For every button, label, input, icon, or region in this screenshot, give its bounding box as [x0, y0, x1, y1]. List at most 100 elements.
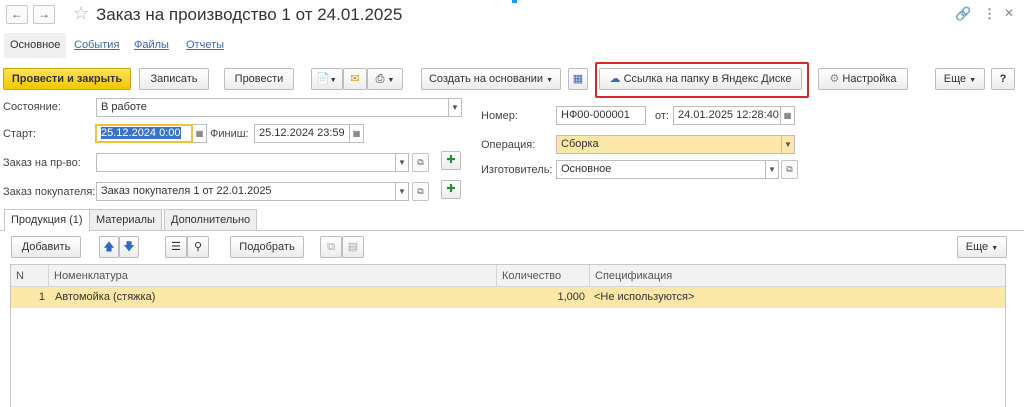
barcode-icon: ☰ — [171, 241, 181, 253]
table-more-label: Еще — [965, 241, 989, 253]
number-label: Номер: — [481, 110, 518, 122]
state-label: Состояние: — [3, 101, 61, 113]
envelope-icon: ✉ — [350, 73, 360, 85]
search-item-button[interactable]: ⚲ — [187, 236, 209, 258]
printer-icon: ⎙ — [375, 73, 385, 85]
operation-dropdown[interactable]: ▼ — [782, 135, 795, 154]
paste-button[interactable]: ▤ — [342, 236, 364, 258]
column-spec[interactable]: Спецификация — [590, 265, 1005, 287]
back-button[interactable]: ← — [6, 5, 28, 24]
copy-icon: ⧉ — [327, 241, 335, 253]
link-icon[interactable]: 🔗 — [955, 6, 971, 22]
table-header: N Номенклатура Количество Спецификация — [11, 265, 1005, 287]
more-button[interactable]: Еще ▼ — [935, 68, 985, 90]
customer-order-open-button[interactable]: ⧉ — [412, 182, 429, 201]
move-down-button[interactable]: 🡇 — [119, 236, 139, 258]
email-button[interactable]: ✉ — [343, 68, 367, 90]
highlight-frame — [595, 62, 809, 98]
pick-button[interactable]: Подобрать — [230, 236, 304, 258]
maker-open-button[interactable]: ⧉ — [781, 160, 798, 179]
post-and-close-button[interactable]: Провести и закрыть — [3, 68, 131, 90]
open-icon: ⧉ — [786, 164, 793, 174]
arrow-up-icon: 🡅 — [103, 241, 115, 253]
tabs-divider — [0, 230, 1024, 231]
search-icon: ⚲ — [193, 241, 203, 253]
add-green-icon: ✚ — [446, 183, 456, 195]
finish-label: Финиш: — [210, 128, 249, 140]
row-item: Автомойка (стяжка) — [55, 291, 156, 303]
maker-field[interactable]: Основное — [556, 160, 766, 179]
document-icon: 📄 — [316, 73, 330, 85]
date-label: от: — [655, 110, 669, 122]
close-icon[interactable]: ✕ — [1004, 6, 1014, 20]
barcode-button[interactable]: ☰ — [165, 236, 187, 258]
maker-label: Изготовитель: — [481, 164, 553, 176]
tab-materials[interactable]: Материалы — [89, 209, 162, 230]
print-button[interactable]: ⎙ ▼ — [367, 68, 403, 90]
create-based-label: Создать на основании — [428, 73, 544, 85]
table-more-button[interactable]: Еще ▼ — [957, 236, 1007, 258]
structure-button[interactable]: ▦ — [568, 68, 588, 90]
calendar-icon: ▦ — [352, 129, 361, 138]
number-field[interactable]: НФ00-000001 — [556, 106, 646, 125]
settings-label: Настройка — [842, 73, 897, 85]
top-accent — [512, 0, 517, 3]
date-calendar-button[interactable]: ▦ — [781, 106, 795, 125]
production-order-dropdown[interactable]: ▼ — [396, 153, 409, 172]
more-vertical-icon[interactable]: ⋮ — [983, 6, 996, 22]
production-order-label: Заказ на пр-во: — [3, 157, 81, 169]
finish-date-field[interactable]: 25.12.2024 23:59 — [254, 124, 350, 143]
state-dropdown-button[interactable]: ▼ — [449, 98, 462, 117]
products-table: N Номенклатура Количество Спецификация 1… — [10, 264, 1006, 407]
add-row-button[interactable]: Добавить — [11, 236, 81, 258]
state-field[interactable]: В работе — [96, 98, 449, 117]
move-up-button[interactable]: 🡅 — [99, 236, 119, 258]
tab-files[interactable]: Файлы — [128, 33, 175, 58]
production-order-field[interactable] — [96, 153, 396, 172]
column-quantity[interactable]: Количество — [497, 265, 590, 287]
column-n[interactable]: N — [11, 265, 49, 287]
start-date-value: 25.12.2024 0:00 — [101, 127, 181, 139]
calendar-icon: ▦ — [783, 111, 792, 120]
forward-button[interactable]: → — [33, 5, 55, 24]
more-label: Еще — [943, 73, 967, 85]
structure-icon: ▦ — [572, 73, 584, 85]
create-based-on-button[interactable]: Создать на основании ▼ — [421, 68, 561, 90]
save-button[interactable]: Записать — [139, 68, 209, 90]
arrow-down-icon: 🡇 — [123, 241, 135, 253]
tab-products[interactable]: Продукция (1) — [4, 209, 90, 231]
calendar-icon: ▦ — [195, 129, 204, 138]
date-field[interactable]: 24.01.2025 12:28:40 — [673, 106, 781, 125]
table-row[interactable]: 1 Автомойка (стяжка) 1,000 <Не использую… — [11, 287, 1005, 308]
favorite-star-icon[interactable]: ☆ — [73, 3, 89, 24]
document-menu-button[interactable]: 📄▼ — [311, 68, 343, 90]
customer-order-dropdown[interactable]: ▼ — [396, 182, 409, 201]
gear-icon: ⚙ — [829, 73, 840, 85]
tab-events[interactable]: События — [68, 33, 125, 58]
post-button[interactable]: Провести — [224, 68, 294, 90]
copy-button[interactable]: ⧉ — [320, 236, 342, 258]
maker-dropdown[interactable]: ▼ — [766, 160, 779, 179]
customer-order-add-button[interactable]: ✚ — [441, 180, 461, 199]
tab-additional[interactable]: Дополнительно — [164, 209, 258, 230]
production-order-open-button[interactable]: ⧉ — [412, 153, 429, 172]
row-quantity: 1,000 — [557, 291, 585, 303]
production-order-add-button[interactable]: ✚ — [441, 151, 461, 170]
finish-calendar-button[interactable]: ▦ — [350, 124, 364, 143]
paste-icon: ▤ — [347, 241, 359, 253]
arrow-right-icon: → — [38, 7, 50, 21]
start-calendar-button[interactable]: ▦ — [193, 124, 207, 143]
start-date-field[interactable]: 25.12.2024 0:00 — [95, 124, 193, 143]
open-icon: ⧉ — [417, 157, 424, 167]
add-green-icon: ✚ — [446, 154, 456, 166]
settings-button[interactable]: ⚙ Настройка — [818, 68, 908, 90]
help-button[interactable]: ? — [991, 68, 1015, 90]
tab-reports[interactable]: Отчеты — [180, 33, 230, 58]
column-item[interactable]: Номенклатура — [49, 265, 497, 287]
operation-label: Операция: — [481, 139, 536, 151]
customer-order-label: Заказ покупателя: — [3, 186, 96, 198]
operation-field[interactable]: Сборка — [556, 135, 782, 154]
start-label: Старт: — [3, 128, 36, 140]
customer-order-field[interactable]: Заказ покупателя 1 от 22.01.2025 — [96, 182, 396, 201]
tab-main[interactable]: Основное — [4, 33, 67, 58]
